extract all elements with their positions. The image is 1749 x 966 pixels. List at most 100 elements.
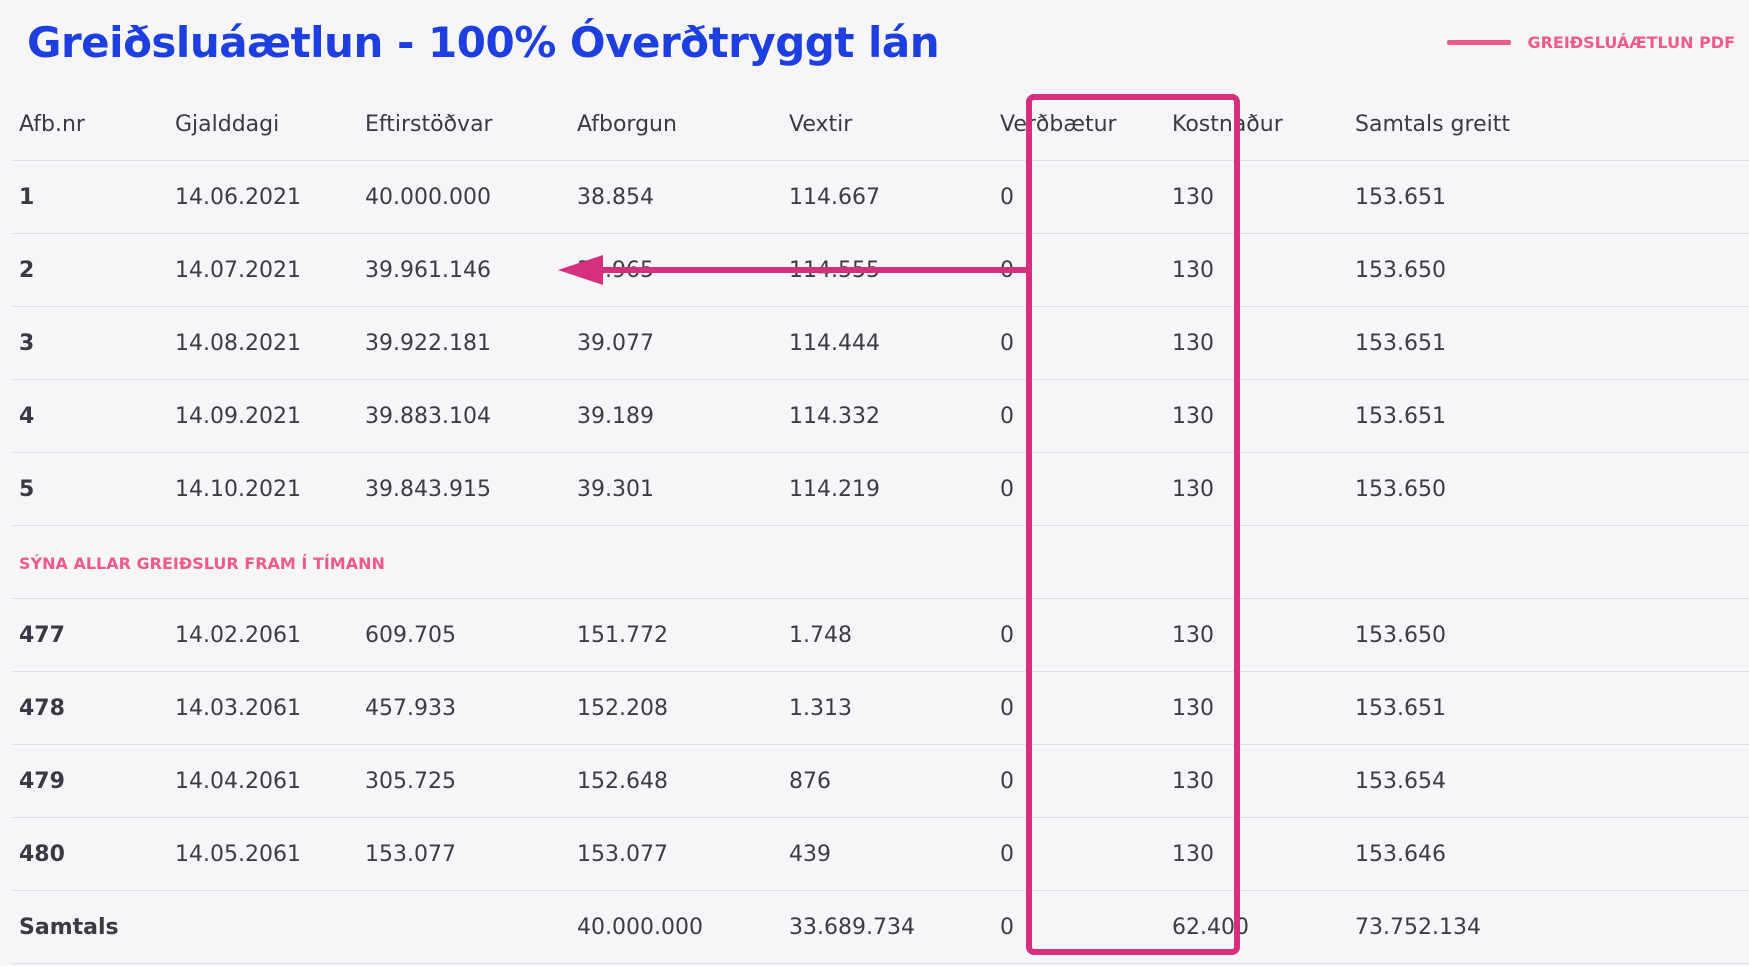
- cell-verdbaetur: 0: [975, 744, 1165, 818]
- cell-eftirstodvar: 609.705: [358, 598, 570, 672]
- table-row: 477 14.02.2061 609.705 151.772 1.748 0 1…: [12, 598, 1749, 672]
- cell-samtals-greitt: 153.651: [1348, 379, 1749, 453]
- header-kostnadur: Kostnaður: [1165, 88, 1348, 161]
- header-eftirstodvar: Eftirstöðvar: [358, 88, 570, 161]
- cell-afborgun: 38.965: [570, 233, 782, 307]
- cell-verdbaetur: 0: [975, 379, 1165, 453]
- table-row: 4 14.09.2021 39.883.104 39.189 114.332 0…: [12, 379, 1749, 453]
- cell-vextir: 1.748: [782, 598, 975, 672]
- cell-eftirstodvar: 305.725: [358, 744, 570, 818]
- cell-samtals-greitt: 153.654: [1348, 744, 1749, 818]
- cell-eftirstodvar: 39.843.915: [358, 452, 570, 526]
- totals-row: Samtals 40.000.000 33.689.734 0 62.400 7…: [12, 890, 1749, 964]
- cell-eftirstodvar: 39.961.146: [358, 233, 570, 307]
- pdf-link-line-icon: [1447, 40, 1512, 45]
- totals-eftirstodvar: [358, 890, 570, 964]
- show-all-payments-link[interactable]: SÝNA ALLAR GREIÐSLUR FRAM Í TÍMANN: [19, 554, 385, 573]
- cell-afborgun: 151.772: [570, 598, 782, 672]
- header-verdbaetur: Verðbætur: [975, 88, 1165, 161]
- pdf-download-link[interactable]: GREIÐSLUÁÆTLUN PDF: [1447, 33, 1735, 52]
- totals-samtals-greitt: 73.752.134: [1348, 890, 1749, 964]
- totals-label: Samtals: [12, 890, 168, 964]
- cell-afborgun: 38.854: [570, 160, 782, 234]
- table-row: 2 14.07.2021 39.961.146 38.965 114.555 0…: [12, 233, 1749, 307]
- cell-gjalddagi: 14.02.2061: [168, 598, 358, 672]
- cell-verdbaetur: 0: [975, 671, 1165, 745]
- cell-vextir: 114.667: [782, 160, 975, 234]
- cell-gjalddagi: 14.04.2061: [168, 744, 358, 818]
- cell-samtals-greitt: 153.651: [1348, 671, 1749, 745]
- totals-vextir: 33.689.734: [782, 890, 975, 964]
- cell-afborgun: 39.301: [570, 452, 782, 526]
- cell-vextir: 439: [782, 817, 975, 891]
- header-afb-nr: Afb.nr: [12, 88, 168, 161]
- cell-verdbaetur: 0: [975, 598, 1165, 672]
- cell-afb-nr: 479: [12, 744, 168, 818]
- cell-kostnadur: 130: [1165, 379, 1348, 453]
- table-row: 479 14.04.2061 305.725 152.648 876 0 130…: [12, 744, 1749, 818]
- cell-afborgun: 152.648: [570, 744, 782, 818]
- table-header-row: Afb.nr Gjalddagi Eftirstöðvar Afborgun V…: [12, 88, 1749, 161]
- cell-gjalddagi: 14.10.2021: [168, 452, 358, 526]
- cell-afb-nr: 478: [12, 671, 168, 745]
- totals-afborgun: 40.000.000: [570, 890, 782, 964]
- cell-eftirstodvar: 39.922.181: [358, 306, 570, 380]
- cell-gjalddagi: 14.09.2021: [168, 379, 358, 453]
- cell-vextir: 114.444: [782, 306, 975, 380]
- header-afborgun: Afborgun: [570, 88, 782, 161]
- cell-afborgun: 152.208: [570, 671, 782, 745]
- cell-gjalddagi: 14.06.2021: [168, 160, 358, 234]
- cell-afb-nr: 2: [12, 233, 168, 307]
- show-all-cell: SÝNA ALLAR GREIÐSLUR FRAM Í TÍMANN: [12, 525, 1749, 599]
- payment-schedule-table: Afb.nr Gjalddagi Eftirstöðvar Afborgun V…: [12, 88, 1749, 964]
- cell-kostnadur: 130: [1165, 233, 1348, 307]
- cell-verdbaetur: 0: [975, 452, 1165, 526]
- table-row: 1 14.06.2021 40.000.000 38.854 114.667 0…: [12, 160, 1749, 234]
- cell-kostnadur: 130: [1165, 817, 1348, 891]
- cell-samtals-greitt: 153.650: [1348, 598, 1749, 672]
- cell-samtals-greitt: 153.651: [1348, 160, 1749, 234]
- header-gjalddagi: Gjalddagi: [168, 88, 358, 161]
- cell-afborgun: 39.077: [570, 306, 782, 380]
- totals-gjalddagi: [168, 890, 358, 964]
- cell-vextir: 114.219: [782, 452, 975, 526]
- totals-kostnadur: 62.400: [1165, 890, 1348, 964]
- cell-verdbaetur: 0: [975, 306, 1165, 380]
- cell-kostnadur: 130: [1165, 671, 1348, 745]
- show-all-row: SÝNA ALLAR GREIÐSLUR FRAM Í TÍMANN: [12, 525, 1749, 599]
- table-row: 5 14.10.2021 39.843.915 39.301 114.219 0…: [12, 452, 1749, 526]
- cell-afb-nr: 3: [12, 306, 168, 380]
- cell-samtals-greitt: 153.646: [1348, 817, 1749, 891]
- table-row: 478 14.03.2061 457.933 152.208 1.313 0 1…: [12, 671, 1749, 745]
- cell-gjalddagi: 14.05.2061: [168, 817, 358, 891]
- cell-samtals-greitt: 153.650: [1348, 233, 1749, 307]
- cell-eftirstodvar: 40.000.000: [358, 160, 570, 234]
- cell-eftirstodvar: 153.077: [358, 817, 570, 891]
- cell-kostnadur: 130: [1165, 452, 1348, 526]
- cell-afb-nr: 480: [12, 817, 168, 891]
- cell-verdbaetur: 0: [975, 160, 1165, 234]
- cell-gjalddagi: 14.03.2061: [168, 671, 358, 745]
- cell-eftirstodvar: 39.883.104: [358, 379, 570, 453]
- cell-gjalddagi: 14.07.2021: [168, 233, 358, 307]
- cell-afb-nr: 4: [12, 379, 168, 453]
- cell-afborgun: 39.189: [570, 379, 782, 453]
- cell-kostnadur: 130: [1165, 306, 1348, 380]
- cell-afb-nr: 5: [12, 452, 168, 526]
- cell-gjalddagi: 14.08.2021: [168, 306, 358, 380]
- cell-afb-nr: 1: [12, 160, 168, 234]
- cell-verdbaetur: 0: [975, 817, 1165, 891]
- cell-vextir: 1.313: [782, 671, 975, 745]
- cell-afborgun: 153.077: [570, 817, 782, 891]
- cell-vextir: 114.332: [782, 379, 975, 453]
- header-samtals-greitt: Samtals greitt: [1348, 88, 1749, 161]
- pdf-link-label: GREIÐSLUÁÆTLUN PDF: [1527, 33, 1735, 52]
- totals-verdbaetur: 0: [975, 890, 1165, 964]
- cell-vextir: 114.555: [782, 233, 975, 307]
- cell-samtals-greitt: 153.650: [1348, 452, 1749, 526]
- cell-kostnadur: 130: [1165, 160, 1348, 234]
- table-row: 480 14.05.2061 153.077 153.077 439 0 130…: [12, 817, 1749, 891]
- cell-samtals-greitt: 153.651: [1348, 306, 1749, 380]
- cell-kostnadur: 130: [1165, 598, 1348, 672]
- cell-verdbaetur: 0: [975, 233, 1165, 307]
